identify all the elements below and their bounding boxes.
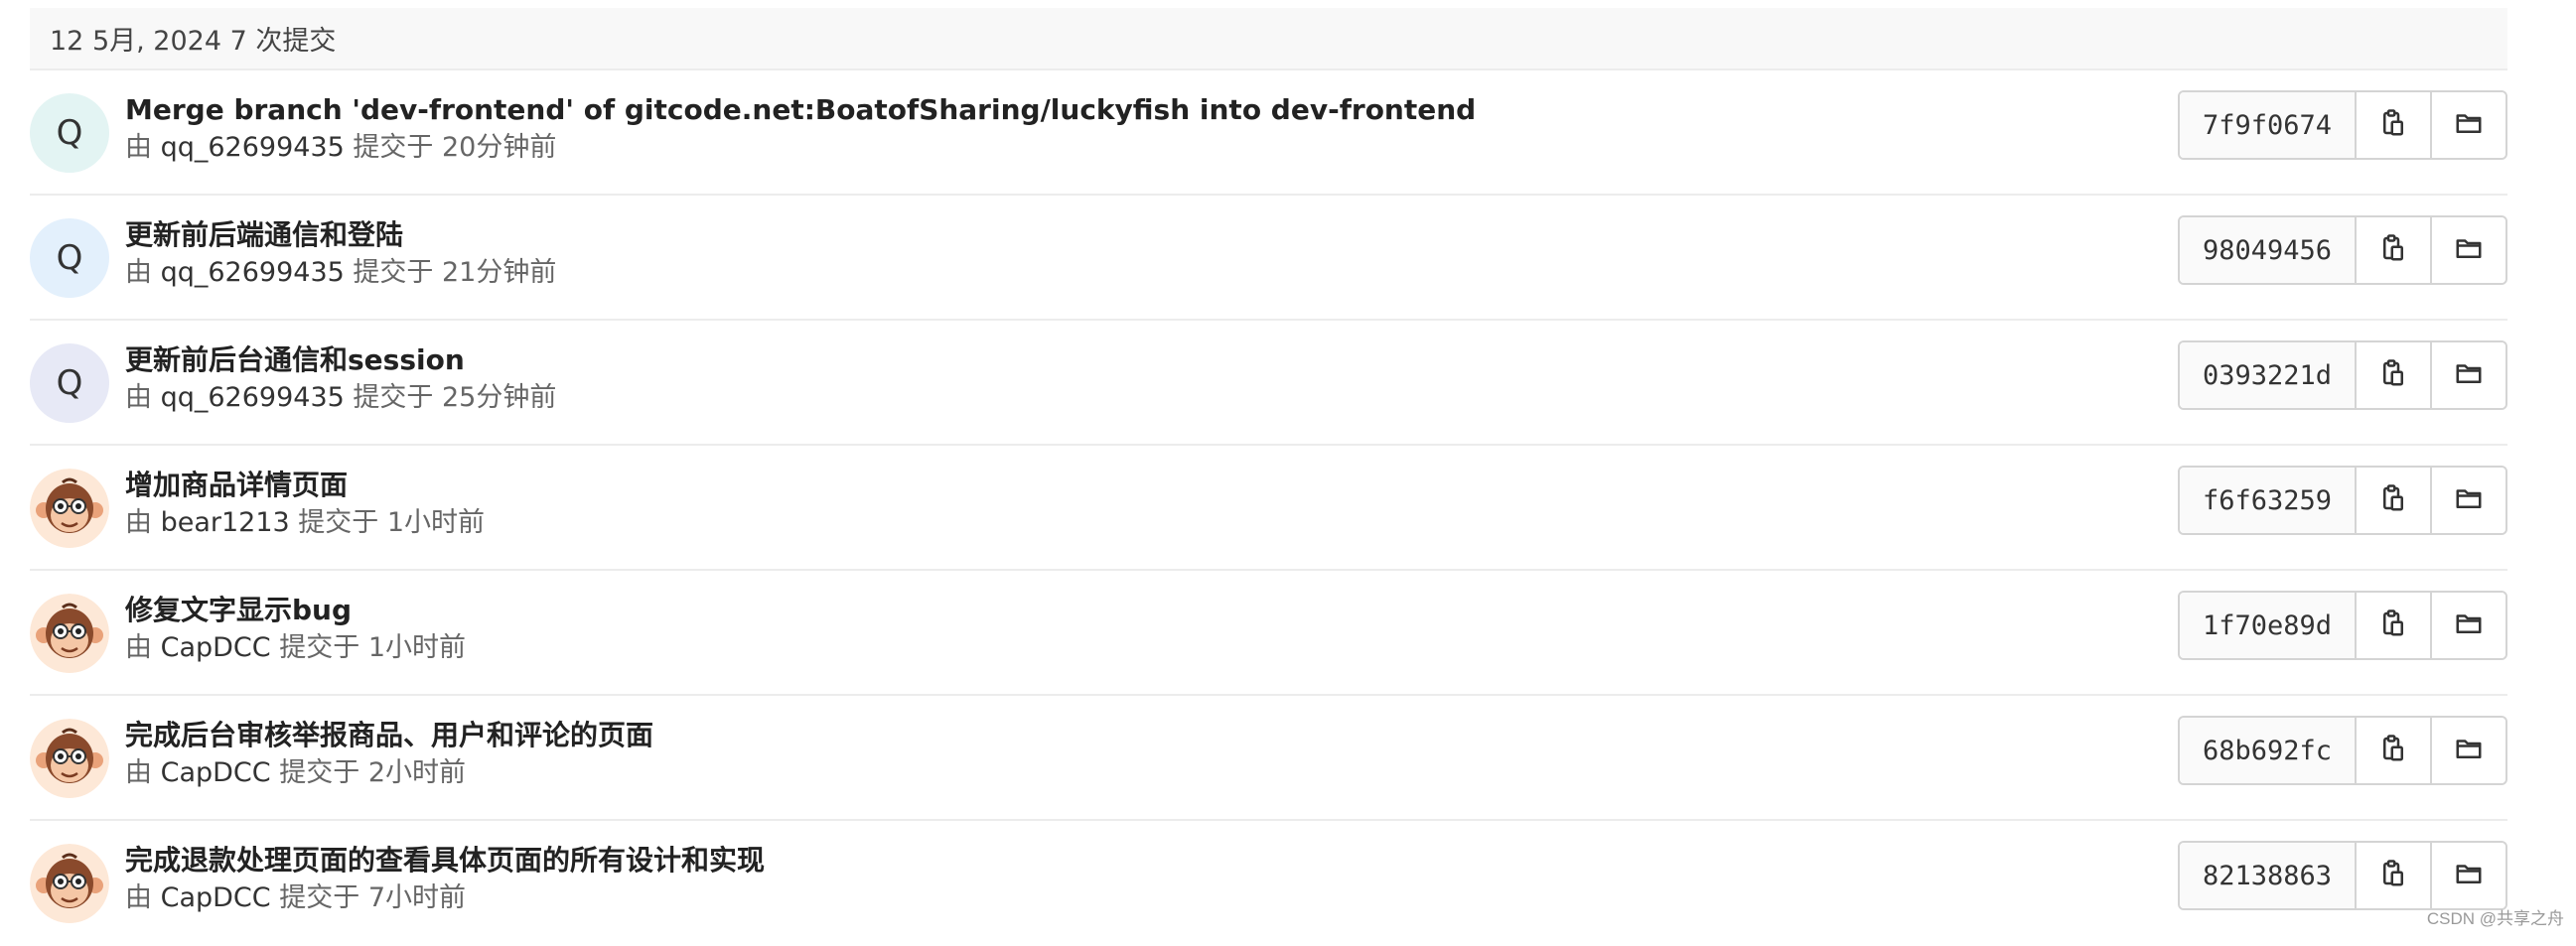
folder-icon <box>2454 734 2484 767</box>
commit-author[interactable]: CapDCC <box>161 632 271 663</box>
folder-icon <box>2454 108 2484 142</box>
monkey-icon <box>30 469 109 548</box>
commit-title[interactable]: 更新前后台通信和session <box>125 342 556 378</box>
commit-sha-button[interactable]: 68b692fc <box>2180 718 2357 783</box>
commit-time: 提交于 21分钟前 <box>353 257 557 288</box>
commit-group-header: 12 5月, 2024 7 次提交 <box>30 8 2507 70</box>
commit-row: Q Merge branch 'dev-frontend' of gitcode… <box>30 70 2507 196</box>
commit-title[interactable]: Merge branch 'dev-frontend' of gitcode.n… <box>125 92 1476 128</box>
commit-sha-button[interactable]: 0393221d <box>2180 342 2357 408</box>
commit-sha-button[interactable]: 7f9f0674 <box>2180 92 2357 158</box>
commit-row: 完成退款处理页面的查看具体页面的所有设计和实现 由 CapDCC 提交于 7小时… <box>30 821 2507 946</box>
commit-author[interactable]: CapDCC <box>161 882 271 913</box>
browse-files-button[interactable] <box>2430 342 2505 408</box>
copy-sha-button[interactable] <box>2357 593 2430 658</box>
commit-actions: 98049456 <box>2178 215 2507 285</box>
commit-actions: 7f9f0674 <box>2178 90 2507 160</box>
clipboard-icon <box>2378 233 2408 267</box>
commit-row: 修复文字显示bug 由 CapDCC 提交于 1小时前 1f70e89d <box>30 571 2507 696</box>
clipboard-icon <box>2378 108 2408 142</box>
commit-actions: 82138863 <box>2178 841 2507 910</box>
commit-meta: 由 qq_62699435 提交于 21分钟前 <box>125 257 557 288</box>
folder-icon <box>2454 859 2484 892</box>
copy-sha-button[interactable] <box>2357 718 2430 783</box>
commit-title[interactable]: 增加商品详情页面 <box>125 468 485 503</box>
commit-actions: 0393221d <box>2178 340 2507 410</box>
browse-files-button[interactable] <box>2430 593 2505 658</box>
monkey-icon <box>30 594 109 673</box>
folder-icon <box>2454 233 2484 267</box>
watermark: CSDN @共享之舟 <box>2426 909 2564 928</box>
monkey-icon <box>30 719 109 798</box>
commit-meta: 由 CapDCC 提交于 2小时前 <box>125 757 466 788</box>
commit-meta: 由 CapDCC 提交于 1小时前 <box>125 632 466 663</box>
commit-author[interactable]: qq_62699435 <box>161 382 345 413</box>
copy-sha-button[interactable] <box>2357 217 2430 283</box>
copy-sha-button[interactable] <box>2357 843 2430 908</box>
commit-meta: 由 qq_62699435 提交于 20分钟前 <box>125 132 557 163</box>
copy-sha-button[interactable] <box>2357 342 2430 408</box>
commit-time: 提交于 2小时前 <box>279 757 466 788</box>
monkey-icon <box>30 844 109 923</box>
commit-time: 提交于 1小时前 <box>298 507 486 538</box>
commit-author[interactable]: bear1213 <box>161 507 290 538</box>
folder-icon <box>2454 608 2484 642</box>
commit-meta: 由 bear1213 提交于 1小时前 <box>125 507 486 538</box>
clipboard-icon <box>2378 859 2408 892</box>
commit-actions: f6f63259 <box>2178 466 2507 535</box>
commit-time: 提交于 1小时前 <box>279 632 466 663</box>
commit-actions: 68b692fc <box>2178 716 2507 785</box>
author-avatar[interactable] <box>30 469 109 548</box>
author-avatar[interactable] <box>30 594 109 673</box>
commit-time: 提交于 25分钟前 <box>353 382 557 413</box>
copy-sha-button[interactable] <box>2357 92 2430 158</box>
author-avatar[interactable]: Q <box>30 343 109 423</box>
commit-author[interactable]: qq_62699435 <box>161 132 345 163</box>
clipboard-icon <box>2378 734 2408 767</box>
folder-icon <box>2454 483 2484 517</box>
commit-row: Q 更新前后台通信和session 由 qq_62699435 提交于 25分钟… <box>30 321 2507 446</box>
commit-title[interactable]: 完成后台审核举报商品、用户和评论的页面 <box>125 718 653 753</box>
author-avatar[interactable]: Q <box>30 218 109 298</box>
commit-meta: 由 CapDCC 提交于 7小时前 <box>125 882 466 913</box>
commit-sha-button[interactable]: 82138863 <box>2180 843 2357 908</box>
commit-time: 提交于 20分钟前 <box>353 132 557 163</box>
copy-sha-button[interactable] <box>2357 468 2430 533</box>
clipboard-icon <box>2378 483 2408 517</box>
folder-icon <box>2454 358 2484 392</box>
commit-list: Q Merge branch 'dev-frontend' of gitcode… <box>30 70 2507 946</box>
commit-row: 完成后台审核举报商品、用户和评论的页面 由 CapDCC 提交于 2小时前 68… <box>30 696 2507 821</box>
browse-files-button[interactable] <box>2430 92 2505 158</box>
commit-row: 增加商品详情页面 由 bear1213 提交于 1小时前 f6f63259 <box>30 446 2507 571</box>
commit-time: 提交于 7小时前 <box>279 882 466 913</box>
commit-sha-button[interactable]: 1f70e89d <box>2180 593 2357 658</box>
clipboard-icon <box>2378 358 2408 392</box>
author-avatar[interactable] <box>30 719 109 798</box>
browse-files-button[interactable] <box>2430 843 2505 908</box>
commit-meta: 由 qq_62699435 提交于 25分钟前 <box>125 382 557 413</box>
author-avatar[interactable] <box>30 844 109 923</box>
author-avatar[interactable]: Q <box>30 93 109 173</box>
clipboard-icon <box>2378 608 2408 642</box>
commit-sha-button[interactable]: f6f63259 <box>2180 468 2357 533</box>
commit-sha-button[interactable]: 98049456 <box>2180 217 2357 283</box>
commit-title[interactable]: 更新前后端通信和登陆 <box>125 217 556 253</box>
commit-title[interactable]: 完成退款处理页面的查看具体页面的所有设计和实现 <box>125 843 765 878</box>
commit-row: Q 更新前后端通信和登陆 由 qq_62699435 提交于 21分钟前 980… <box>30 196 2507 321</box>
commit-actions: 1f70e89d <box>2178 591 2507 660</box>
commit-title[interactable]: 修复文字显示bug <box>125 593 466 628</box>
commit-author[interactable]: qq_62699435 <box>161 257 345 288</box>
commit-author[interactable]: CapDCC <box>161 757 271 788</box>
commit-group-date: 12 5月, 2024 7 次提交 <box>50 26 337 57</box>
browse-files-button[interactable] <box>2430 468 2505 533</box>
browse-files-button[interactable] <box>2430 718 2505 783</box>
browse-files-button[interactable] <box>2430 217 2505 283</box>
